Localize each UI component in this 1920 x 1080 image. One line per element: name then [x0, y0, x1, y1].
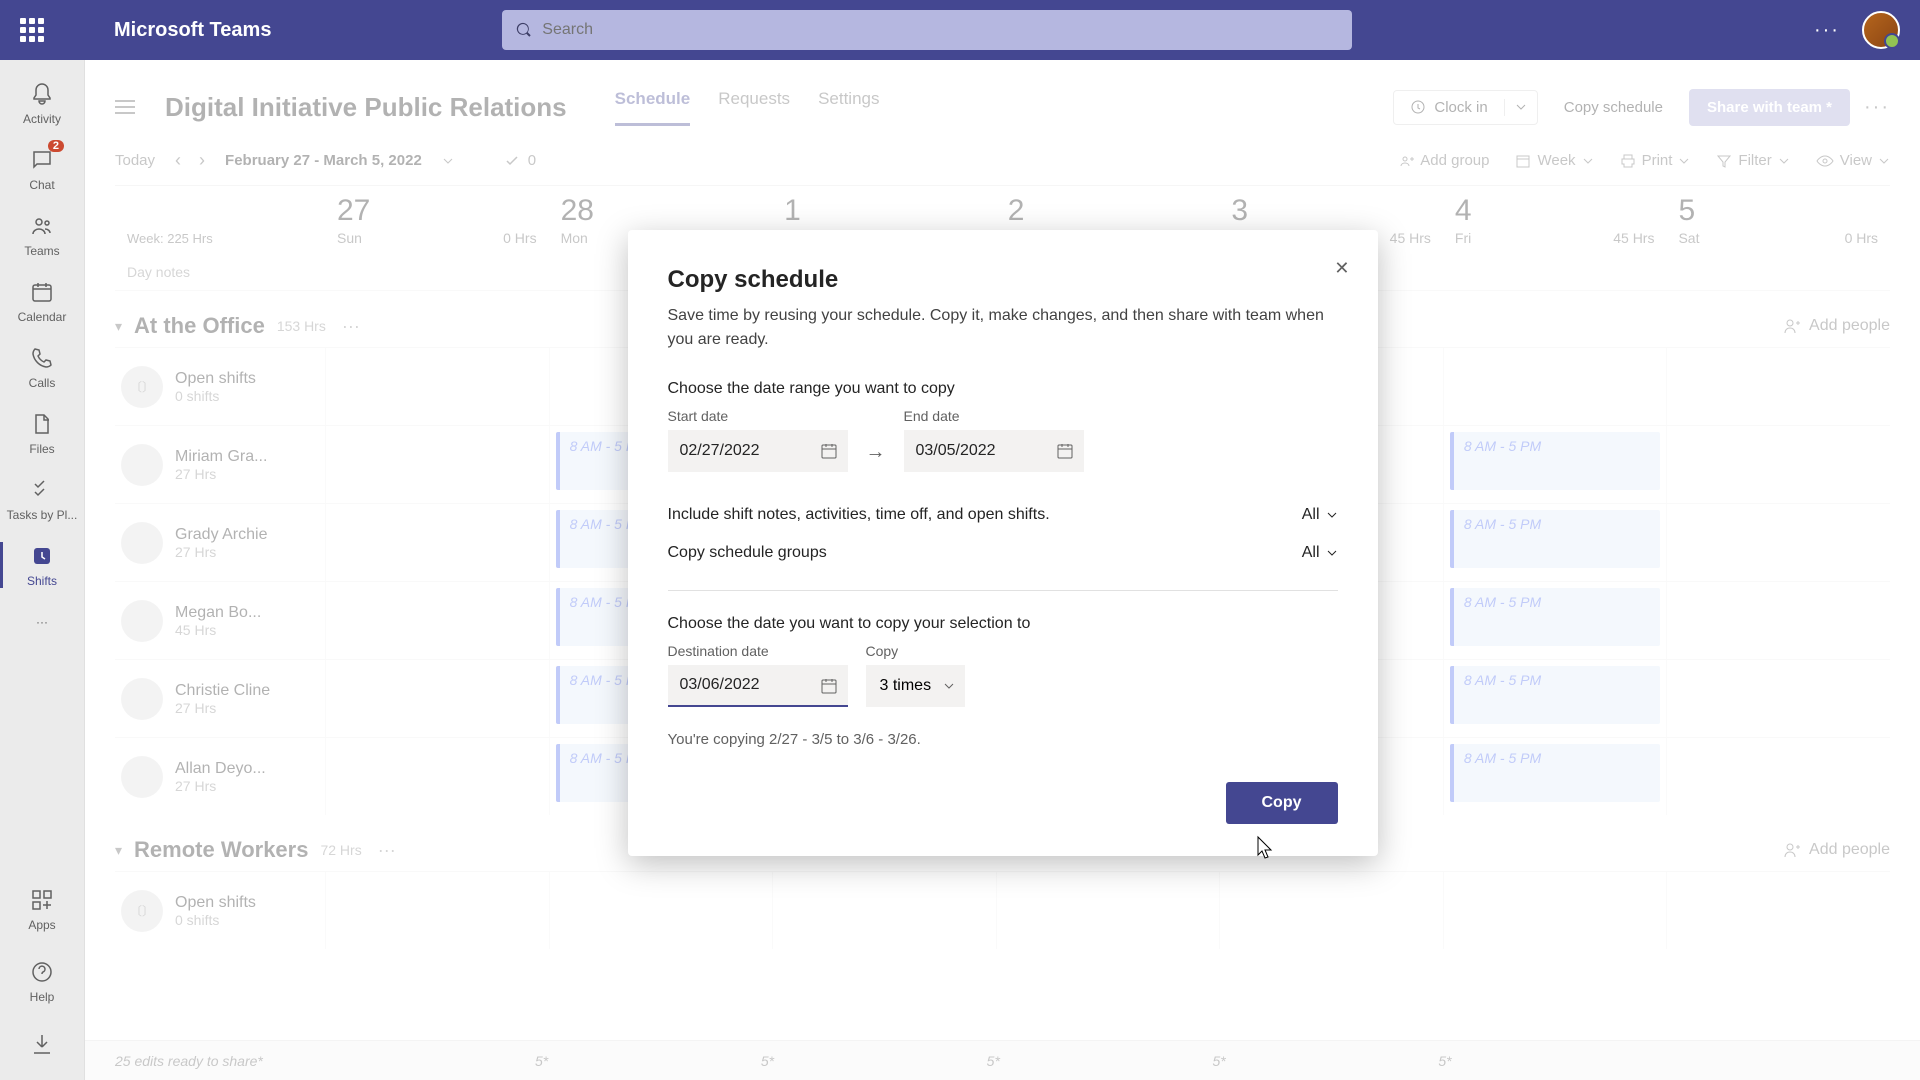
rail-label: Files: [29, 442, 54, 456]
rail-help[interactable]: Help: [28, 948, 56, 1014]
main-content: Digital Initiative Public Relations Sche…: [85, 60, 1920, 1080]
more-icon[interactable]: ···: [1814, 19, 1840, 42]
rail-tasks[interactable]: Tasks by Pl...: [0, 466, 84, 532]
dest-date-label: Destination date: [668, 643, 848, 659]
include-value: All: [1302, 506, 1320, 524]
rail-calendar[interactable]: Calendar: [0, 268, 84, 334]
range-heading: Choose the date range you want to copy: [668, 380, 1338, 398]
chevron-down-icon: [1326, 547, 1338, 559]
rail-label: Activity: [23, 112, 61, 126]
rail-download[interactable]: [28, 1020, 56, 1068]
rail-label: Shifts: [27, 574, 57, 588]
teams-icon: [28, 212, 56, 240]
bell-icon: [28, 80, 56, 108]
app-launcher-icon[interactable]: [20, 18, 44, 42]
groups-label: Copy schedule groups: [668, 544, 827, 562]
groups-value: All: [1302, 544, 1320, 562]
end-date-label: End date: [904, 408, 1084, 424]
modal-title: Copy schedule: [668, 266, 1338, 294]
title-bar: Microsoft Teams ···: [0, 0, 1920, 60]
rail-apps[interactable]: Apps: [28, 876, 56, 942]
copy-button[interactable]: Copy: [1226, 782, 1338, 824]
copy-times-value: 3 times: [880, 677, 932, 694]
rail-label: Apps: [28, 918, 55, 932]
app-name: Microsoft Teams: [114, 19, 271, 42]
modal-scrim: ✕ Copy schedule Save time by reusing you…: [85, 60, 1920, 1080]
rail-label: Calls: [29, 376, 56, 390]
calendar-icon[interactable]: [1056, 442, 1074, 460]
search-icon: [516, 22, 532, 38]
groups-dropdown[interactable]: All: [1302, 544, 1338, 562]
rail-label: Teams: [24, 244, 59, 258]
rail-more[interactable]: ···: [0, 598, 84, 646]
download-icon: [28, 1030, 56, 1058]
close-icon[interactable]: ✕: [1334, 258, 1349, 279]
copy-summary: You're copying 2/27 - 3/5 to 3/6 - 3/26.: [668, 731, 1338, 748]
include-label: Include shift notes, activities, time of…: [668, 506, 1050, 524]
arrow-right-icon: →: [866, 441, 886, 472]
include-dropdown[interactable]: All: [1302, 506, 1338, 524]
modal-subtitle: Save time by reusing your schedule. Copy…: [668, 304, 1338, 352]
cursor-icon: [1256, 835, 1276, 861]
rail-shifts[interactable]: Shifts: [0, 532, 84, 598]
more-icon: ···: [28, 608, 56, 636]
calendar-icon[interactable]: [820, 442, 838, 460]
user-avatar[interactable]: [1862, 11, 1900, 49]
phone-icon: [28, 344, 56, 372]
rail-label: Calendar: [18, 310, 67, 324]
rail-label: Help: [30, 990, 55, 1004]
app-rail: Activity 2 Chat Teams Calendar Calls Fil…: [0, 60, 85, 1080]
chevron-down-icon: [943, 680, 955, 692]
chevron-down-icon: [1326, 509, 1338, 521]
tasks-icon: [28, 476, 56, 504]
dest-heading: Choose the date you want to copy your se…: [668, 615, 1338, 633]
help-icon: [28, 958, 56, 986]
chat-badge: 2: [48, 140, 64, 152]
rail-files[interactable]: Files: [0, 400, 84, 466]
search-input[interactable]: [542, 21, 1338, 39]
rail-label: Chat: [29, 178, 54, 192]
rail-label: Tasks by Pl...: [7, 508, 78, 522]
copy-times-label: Copy: [866, 643, 966, 659]
shifts-icon: [28, 542, 56, 570]
rail-chat[interactable]: 2 Chat: [0, 136, 84, 202]
start-date-label: Start date: [668, 408, 848, 424]
search-box[interactable]: [502, 10, 1352, 50]
calendar-icon: [28, 278, 56, 306]
copy-schedule-modal: ✕ Copy schedule Save time by reusing you…: [628, 230, 1378, 856]
rail-calls[interactable]: Calls: [0, 334, 84, 400]
rail-activity[interactable]: Activity: [0, 70, 84, 136]
apps-icon: [28, 886, 56, 914]
files-icon: [28, 410, 56, 438]
rail-teams[interactable]: Teams: [0, 202, 84, 268]
calendar-icon[interactable]: [820, 677, 838, 695]
